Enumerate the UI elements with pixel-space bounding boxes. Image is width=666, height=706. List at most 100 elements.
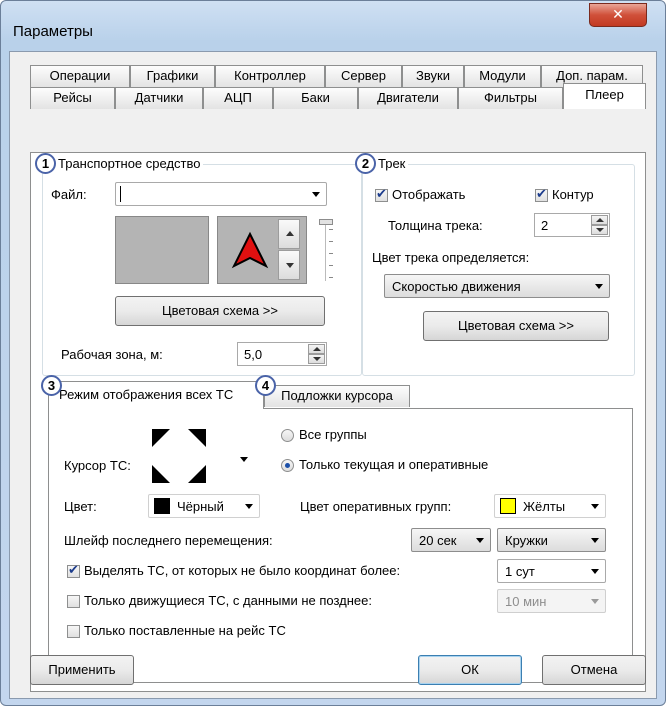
tab-modules[interactable]: Модули [464, 65, 541, 87]
settings-dialog: Параметры ✕ Операции Графики Контроллер … [0, 0, 666, 706]
cancel-button[interactable]: Отмена [542, 655, 646, 685]
chevron-down-icon [591, 538, 599, 543]
all-groups-label[interactable]: Все группы [299, 427, 367, 442]
ok-button[interactable]: ОК [418, 655, 522, 685]
moving-only-checkbox[interactable] [67, 595, 80, 608]
chevron-down-icon [591, 569, 599, 574]
work-zone-stepper[interactable]: 5,0 [237, 342, 327, 366]
window-title: Параметры [13, 23, 93, 40]
contour-checkbox[interactable] [535, 187, 548, 202]
slider-tick [329, 253, 333, 254]
vehicle-arrow-icon [231, 231, 269, 269]
on-trip-label[interactable]: Только поставленные на рейс ТС [84, 623, 286, 638]
trail-style-value: Кружки [505, 533, 548, 548]
track-thickness-value: 2 [541, 218, 549, 233]
tab-controller[interactable]: Контроллер [215, 65, 325, 87]
spin-up-icon[interactable] [308, 344, 325, 354]
op-groups-color-label: Цвет оперативных групп: [300, 499, 452, 514]
tab-trips[interactable]: Рейсы [30, 87, 115, 109]
cursor-style-select[interactable] [148, 423, 256, 489]
highlight-checkbox[interactable] [67, 563, 80, 578]
tab-player[interactable]: Плеер [563, 83, 646, 109]
subtab-cursor-substrates[interactable]: Подложки курсора [264, 385, 410, 407]
size-slider[interactable] [319, 219, 333, 283]
tab-charts[interactable]: Графики [130, 65, 215, 87]
tab-sounds[interactable]: Звуки [402, 65, 464, 87]
current-groups-label[interactable]: Только текущая и оперативные [299, 457, 488, 472]
moving-only-label[interactable]: Только движущиеся ТС, с данными не поздн… [84, 593, 372, 608]
tab-filters[interactable]: Фильтры [458, 87, 563, 109]
tab-server[interactable]: Сервер [325, 65, 402, 87]
track-color-scheme-button[interactable]: Цветовая схема >> [423, 311, 609, 341]
slider-thumb[interactable] [319, 219, 333, 225]
color-label: Цвет: [64, 499, 97, 514]
text-caret [120, 186, 121, 202]
color-select[interactable]: Чёрный [148, 494, 260, 518]
apply-button[interactable]: Применить [30, 655, 134, 685]
cursor-preview-right [217, 216, 307, 284]
track-thickness-label: Толщина трека: [388, 218, 483, 233]
work-zone-spin-buttons[interactable] [308, 344, 325, 364]
contour-label[interactable]: Контур [552, 187, 594, 202]
current-groups-radio[interactable] [281, 459, 294, 472]
track-thickness-spin-buttons[interactable] [591, 215, 608, 235]
slider-tick [329, 241, 333, 242]
chevron-down-icon [591, 504, 599, 509]
tab-tanks[interactable]: Баки [273, 87, 358, 109]
color-select-value: Чёрный [177, 499, 224, 514]
spin-down-icon[interactable] [308, 354, 325, 364]
subtab-number-4: 4 [255, 375, 276, 396]
work-zone-value: 5,0 [244, 347, 263, 362]
trail-time-select[interactable]: 20 сек [411, 528, 491, 552]
slider-tick [329, 229, 333, 230]
trail-time-value: 20 сек [419, 533, 457, 548]
cursor-up-button[interactable] [278, 219, 300, 249]
cursor-preview-left [115, 216, 209, 284]
op-groups-color-value: Жёлты [523, 499, 566, 514]
close-icon: ✕ [612, 6, 624, 22]
title-bar[interactable]: Параметры ✕ [1, 1, 665, 51]
file-select[interactable] [115, 182, 327, 206]
tab-operations[interactable]: Операции [30, 65, 130, 87]
vehicle-color-scheme-button[interactable]: Цветовая схема >> [115, 296, 325, 326]
highlight-period-value: 1 сут [505, 564, 535, 579]
tab-sensors[interactable]: Датчики [115, 87, 203, 109]
subtab-number-3: 3 [41, 375, 62, 396]
moving-only-period-value: 10 мин [505, 594, 547, 609]
track-thickness-stepper[interactable]: 2 [534, 213, 610, 237]
dialog-client-area: Операции Графики Контроллер Сервер Звуки… [9, 51, 657, 699]
track-color-by-label: Цвет трека определяется: [372, 250, 530, 265]
player-tab-panel: 1 Транспортное средство Файл: Цветовая с… [30, 152, 646, 692]
show-track-checkbox[interactable] [375, 187, 388, 202]
track-color-by-value: Скоростью движения [392, 279, 521, 294]
spin-down-icon[interactable] [591, 225, 608, 235]
spin-up-icon[interactable] [591, 215, 608, 225]
cursor-down-button[interactable] [278, 250, 300, 280]
highlight-label[interactable]: Выделять ТС, от которых не было координа… [84, 563, 400, 578]
moving-only-period-select: 10 мин [497, 589, 606, 613]
slider-tick [329, 265, 333, 266]
tab-adc[interactable]: АЦП [203, 87, 273, 109]
vehicle-group-title: Транспортное средство [55, 156, 204, 171]
chevron-down-icon [245, 504, 253, 509]
tab-engines[interactable]: Двигатели [358, 87, 458, 109]
subtab-display-mode[interactable]: Режим отображения всех ТС [48, 381, 264, 409]
close-button[interactable]: ✕ [589, 3, 647, 27]
op-groups-color-select[interactable]: Жёлты [494, 494, 606, 518]
cursor-corners-icon [152, 429, 248, 483]
show-track-label[interactable]: Отображать [392, 187, 465, 202]
track-color-by-select[interactable]: Скоростью движения [384, 274, 610, 298]
chevron-down-icon [476, 538, 484, 543]
slider-track [325, 221, 328, 281]
group-number-2: 2 [355, 153, 376, 174]
on-trip-checkbox[interactable] [67, 625, 80, 638]
trail-label: Шлейф последнего перемещения: [64, 533, 273, 548]
op-color-swatch [500, 498, 516, 514]
all-groups-radio[interactable] [281, 429, 294, 442]
color-swatch [154, 498, 170, 514]
chevron-down-icon [591, 599, 599, 604]
trail-style-select[interactable]: Кружки [497, 528, 606, 552]
chevron-up-icon [286, 231, 294, 236]
group-number-1: 1 [35, 153, 56, 174]
highlight-period-select[interactable]: 1 сут [497, 559, 606, 583]
